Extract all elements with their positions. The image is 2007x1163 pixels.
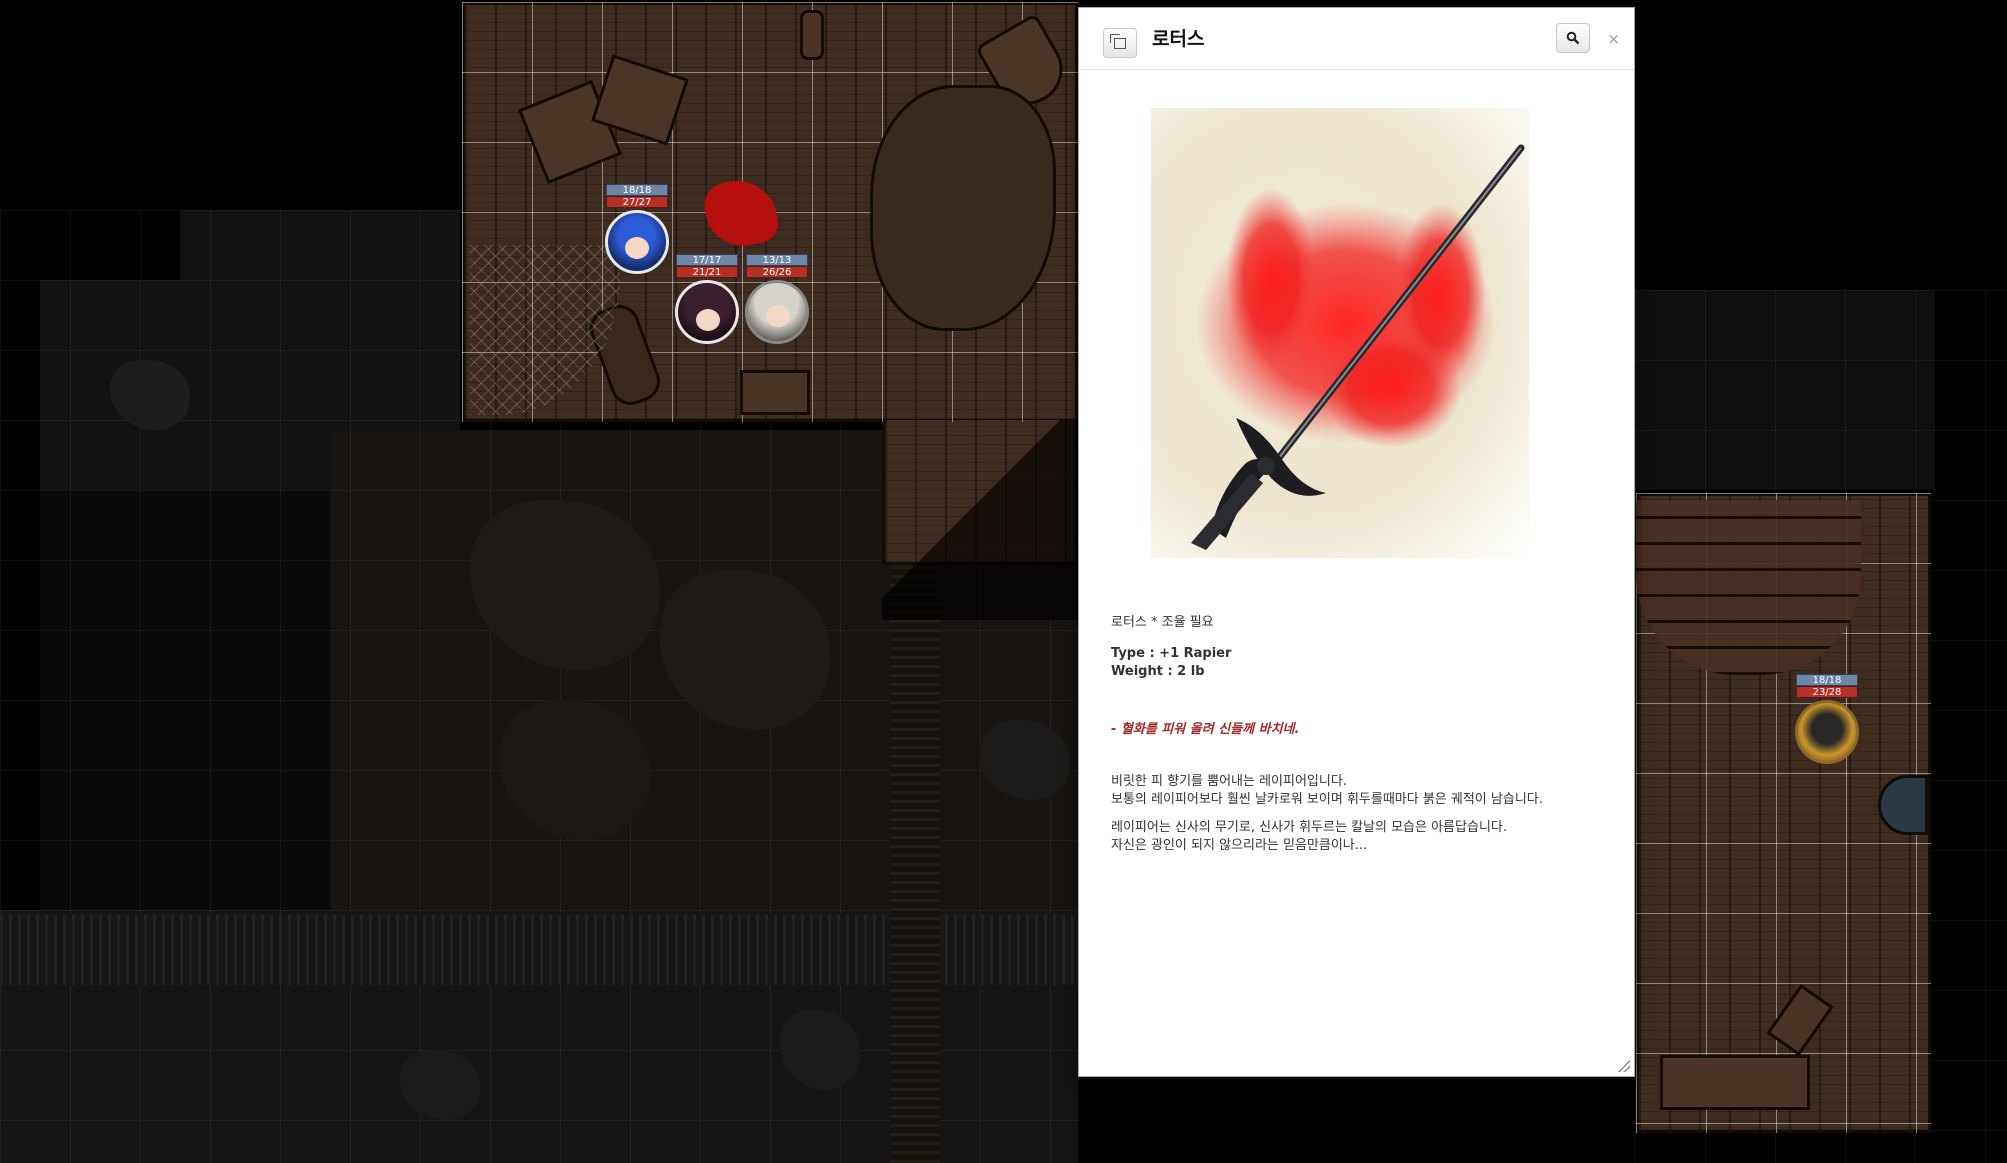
hp-bar: 18/18 (1796, 674, 1858, 686)
rug-prop (870, 85, 1056, 331)
character-token[interactable]: 18/18 27/27 (602, 184, 672, 274)
hp-bar: 17/17 (676, 254, 738, 266)
item-weight: Weight : 2 lb (1111, 664, 1205, 679)
description-line: 레이피어는 신사의 무기로, 신사가 휘두르는 칼날의 모습은 아름답습니다. (1111, 820, 1507, 835)
character-token[interactable]: 17/17 21/21 (672, 254, 742, 344)
character-token[interactable]: 18/18 23/28 (1792, 674, 1862, 764)
avatar (745, 280, 809, 344)
rapier-artwork (1151, 108, 1529, 558)
crate-prop (1660, 1055, 1810, 1110)
search-button[interactable] (1556, 23, 1590, 53)
item-name-line: 로터스 * 조율 필요 (1111, 615, 1214, 630)
description-line: 자신은 광인이 되지 않으리라는 믿음만큼이나... (1111, 838, 1368, 853)
rapier-illustration (1191, 144, 1525, 550)
brick-area (1636, 500, 1861, 675)
chest-prop (740, 370, 810, 415)
avatar (605, 210, 669, 274)
secondary-bar: 27/27 (606, 196, 668, 208)
character-token[interactable]: 13/13 26/26 (742, 254, 812, 344)
dialog-title: 로터스 (1152, 28, 1205, 50)
description-line: 보통의 레이피어보다 훨씬 날카로워 보이며 휘두를때마다 붉은 궤적이 남습니… (1111, 792, 1543, 807)
popout-button[interactable] (1103, 28, 1137, 58)
popout-icon (1110, 33, 1126, 49)
avatar (1795, 700, 1859, 764)
barrel-prop (800, 10, 824, 60)
item-handout-dialog: 로터스 × 로터스 * 조율 필요 Type: +1 Rapier Weigh… (1078, 7, 1635, 1077)
hp-bar: 18/18 (606, 184, 668, 196)
item-flavor-text: - 혈화를 피워 올려 신들께 바치네. (1111, 722, 1300, 737)
secondary-bar: 26/26 (746, 266, 808, 278)
resize-handle[interactable] (1618, 1060, 1630, 1072)
dialog-header[interactable]: 로터스 × (1079, 8, 1634, 70)
secondary-bar: 21/21 (676, 266, 738, 278)
item-type: Type : +1 Rapier (1111, 646, 1232, 661)
secondary-bar: 23/28 (1796, 686, 1858, 698)
battle-map[interactable]: 18/18 27/27 17/17 21/21 13/13 26/26 18/1… (0, 0, 2007, 1163)
hp-bar: 13/13 (746, 254, 808, 266)
stair-shadow (882, 420, 1078, 620)
close-button[interactable]: × (1607, 30, 1620, 48)
description-line: 비릿한 피 향기를 뿜어내는 레이피어입니다. (1111, 774, 1347, 789)
avatar (675, 280, 739, 344)
search-icon (1566, 31, 1580, 45)
